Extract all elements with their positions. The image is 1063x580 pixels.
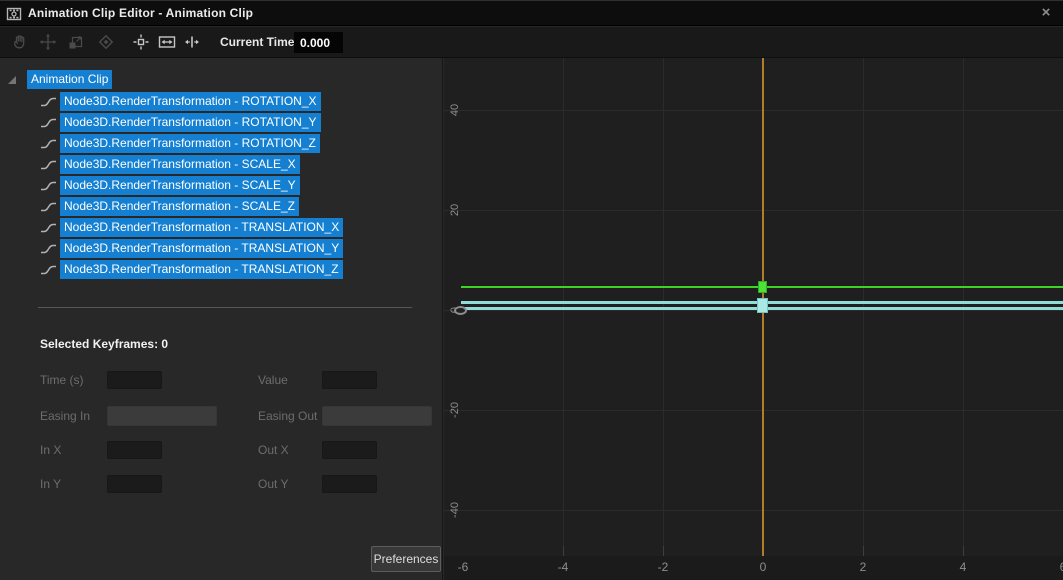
x-tick (963, 546, 964, 556)
out-y-label: Out Y (258, 475, 288, 493)
animation-clip-icon (6, 6, 22, 22)
tree-item-translation-y[interactable]: Node3D.RenderTransformation - TRANSLATIO… (0, 239, 443, 258)
keyframe-marker-start[interactable] (454, 306, 467, 315)
tree-item-translation-z[interactable]: Node3D.RenderTransformation - TRANSLATIO… (0, 260, 443, 279)
gridline-y-neg40 (444, 510, 1063, 511)
tree-item-label[interactable]: Node3D.RenderTransformation - ROTATION_Y (60, 113, 321, 132)
tree-item-scale-x[interactable]: Node3D.RenderTransformation - SCALE_X (0, 155, 443, 174)
left-panel: Animation Clip Node3D.RenderTransformati… (0, 58, 443, 580)
focus-keyframes-icon[interactable] (129, 30, 153, 54)
animation-curve-icon (40, 159, 57, 171)
toolbar: Current Time (0, 27, 1063, 58)
value-label: Value (258, 371, 288, 389)
easing-in-label: Easing In (40, 407, 90, 425)
gridline-y-40 (444, 110, 1063, 111)
current-time-label: Current Time (220, 35, 294, 49)
x-tick-label: -2 (648, 560, 678, 574)
tree-expander-icon[interactable] (8, 76, 16, 84)
tree-item-label[interactable]: Node3D.RenderTransformation - ROTATION_X (60, 92, 321, 111)
easing-in-field[interactable] (107, 406, 217, 426)
tree-item-label[interactable]: Node3D.RenderTransformation - SCALE_X (60, 155, 300, 174)
in-x-label: In X (40, 441, 61, 459)
expand-horizontal-icon[interactable] (180, 30, 204, 54)
tree-item-label[interactable]: Node3D.RenderTransformation - SCALE_Z (60, 197, 299, 216)
in-x-field[interactable] (107, 441, 162, 459)
tree-root-row[interactable]: Animation Clip (27, 70, 112, 89)
scale-icon[interactable] (64, 30, 88, 54)
title-bar: Animation Clip Editor - Animation Clip × (0, 0, 1063, 26)
pan-hand-icon[interactable] (8, 30, 32, 54)
animation-curve-icon (40, 201, 57, 213)
preferences-button[interactable]: Preferences (371, 546, 441, 572)
out-x-label: Out X (258, 441, 289, 459)
current-time-input[interactable] (294, 32, 343, 53)
tree-item-label[interactable]: Node3D.RenderTransformation - ROTATION_Z (60, 134, 320, 153)
x-tick (663, 546, 664, 556)
in-y-field[interactable] (107, 475, 162, 493)
tree-item-scale-z[interactable]: Node3D.RenderTransformation - SCALE_Z (0, 197, 443, 216)
animation-curve-icon (40, 138, 57, 150)
y-tick-label: -40 (449, 498, 463, 522)
y-tick-label: 40 (449, 98, 463, 122)
tree-item-label[interactable]: Node3D.RenderTransformation - TRANSLATIO… (60, 239, 343, 258)
animation-curve-icon (40, 222, 57, 234)
easing-out-label: Easing Out (258, 407, 317, 425)
x-tick-label: 4 (948, 560, 978, 574)
animation-curve-icon (40, 96, 57, 108)
tree-root-label[interactable]: Animation Clip (27, 70, 112, 89)
gridline-y-20 (444, 210, 1063, 211)
x-tick-label: -6 (448, 560, 478, 574)
in-y-label: In Y (40, 475, 61, 493)
animation-curve-icon (40, 264, 57, 276)
easing-out-field[interactable] (322, 406, 432, 426)
curve-editor[interactable]: 40 20 0 -20 -40 -6 -4 -2 0 2 4 6 (444, 58, 1063, 580)
x-tick-label: 2 (848, 560, 878, 574)
move-icon[interactable] (36, 30, 60, 54)
tree-item-translation-x[interactable]: Node3D.RenderTransformation - TRANSLATIO… (0, 218, 443, 237)
gridline-y-neg20 (444, 410, 1063, 411)
out-x-field[interactable] (322, 441, 377, 459)
window-title: Animation Clip Editor - Animation Clip (28, 6, 253, 20)
tree-item-label[interactable]: Node3D.RenderTransformation - SCALE_Y (60, 176, 300, 195)
time-label: Time (s) (40, 371, 84, 389)
x-tick-label: 0 (748, 560, 778, 574)
tree-item-rotation-x[interactable]: Node3D.RenderTransformation - ROTATION_X (0, 92, 443, 111)
animation-curve-icon (40, 180, 57, 192)
value-field[interactable] (322, 371, 377, 389)
keyframe-diamond-icon[interactable] (94, 30, 118, 54)
selected-keyframes-header: Selected Keyframes: 0 (40, 337, 168, 351)
x-tick-label: -4 (548, 560, 578, 574)
fit-horizontal-icon[interactable] (155, 30, 179, 54)
y-tick-label: -20 (449, 398, 463, 422)
tree-item-label[interactable]: Node3D.RenderTransformation - TRANSLATIO… (60, 260, 343, 279)
x-tick (863, 546, 864, 556)
x-tick-label: 6 (1048, 560, 1063, 574)
y-tick-label: 20 (449, 198, 463, 222)
tree-item-rotation-z[interactable]: Node3D.RenderTransformation - ROTATION_Z (0, 134, 443, 153)
tree-item-scale-y[interactable]: Node3D.RenderTransformation - SCALE_Y (0, 176, 443, 195)
close-icon[interactable]: × (1037, 4, 1055, 22)
tree-item-rotation-y[interactable]: Node3D.RenderTransformation - ROTATION_Y (0, 113, 443, 132)
x-tick (563, 546, 564, 556)
keyframe-marker-scale-translation[interactable] (757, 298, 768, 313)
tree-item-label[interactable]: Node3D.RenderTransformation - TRANSLATIO… (60, 218, 343, 237)
animation-curve-icon (40, 117, 57, 129)
animation-clip-editor-window: Animation Clip Editor - Animation Clip ×… (0, 0, 1063, 580)
panel-divider (38, 307, 412, 308)
gridline-y-0 (444, 310, 1063, 311)
keyframe-marker-rotation[interactable] (758, 281, 767, 293)
animation-curve-icon (40, 243, 57, 255)
time-field[interactable] (107, 371, 162, 389)
out-y-field[interactable] (322, 475, 377, 493)
